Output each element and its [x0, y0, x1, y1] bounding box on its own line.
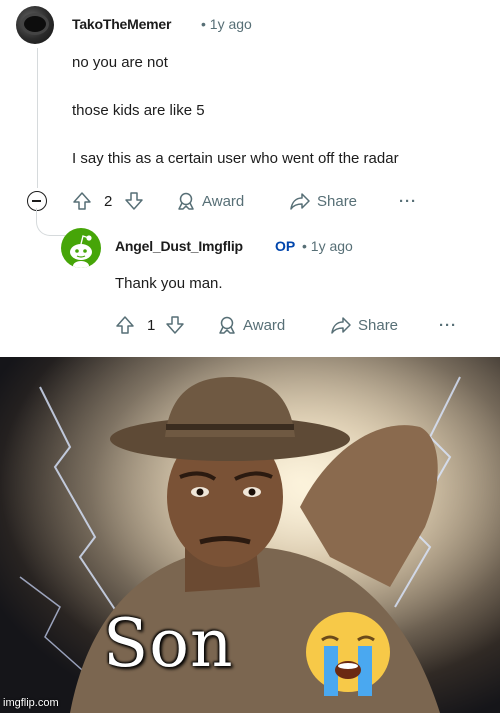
thread-line[interactable]: [37, 48, 38, 188]
comment-text-line: no you are not: [72, 54, 168, 71]
upvote-button[interactable]: [115, 313, 135, 337]
comment-author[interactable]: TakoTheMemer: [72, 16, 171, 32]
comment-thread: TakoTheMemer • 1y ago no you are not tho…: [0, 0, 500, 357]
comment-text-line: I say this as a certain user who went of…: [72, 150, 399, 167]
comment-timestamp: • 1y ago: [201, 16, 252, 32]
reply-timestamp: • 1y ago: [302, 238, 353, 254]
avatar[interactable]: [16, 6, 54, 44]
more-options-button[interactable]: ···: [399, 189, 417, 213]
comment-text-line: those kids are like 5: [72, 102, 205, 119]
award-label: Award: [202, 192, 245, 210]
share-button[interactable]: Share: [289, 189, 357, 213]
vote-count: 1: [147, 316, 156, 334]
share-button[interactable]: Share: [330, 313, 398, 337]
reply-action-bar: 1 Award Share ···: [0, 313, 500, 337]
snoo-avatar-icon: [70, 235, 92, 268]
award-button[interactable]: Award: [217, 313, 285, 337]
share-icon: [331, 317, 351, 334]
reply-text: Thank you man.: [115, 275, 223, 292]
more-options-button[interactable]: ···: [439, 313, 457, 337]
award-button[interactable]: Award: [176, 189, 244, 213]
comment-action-bar: 2 Award Share ···: [0, 189, 500, 213]
upvote-icon: [116, 316, 134, 334]
award-icon: [178, 192, 194, 210]
upvote-icon: [73, 192, 91, 210]
loudly-crying-face-icon: [306, 612, 390, 696]
share-label: Share: [317, 192, 358, 210]
vote-count: 2: [104, 192, 113, 210]
award-icon: [219, 316, 235, 334]
meme-scene: [0, 357, 500, 713]
share-label: Share: [358, 316, 399, 334]
upvote-button[interactable]: [72, 189, 92, 213]
op-badge: OP: [275, 238, 296, 254]
downvote-button[interactable]: [165, 313, 185, 337]
downvote-icon: [125, 192, 143, 210]
meme-caption: Son: [103, 605, 234, 682]
meme-image: Son imgflip.com: [0, 357, 500, 713]
award-label: Award: [243, 316, 286, 334]
share-icon: [290, 193, 310, 210]
avatar[interactable]: [61, 228, 101, 268]
reply-author[interactable]: Angel_Dust_Imgflip: [115, 238, 243, 254]
downvote-button[interactable]: [124, 189, 144, 213]
downvote-icon: [166, 316, 184, 334]
imgflip-watermark: imgflip.com: [3, 697, 59, 709]
